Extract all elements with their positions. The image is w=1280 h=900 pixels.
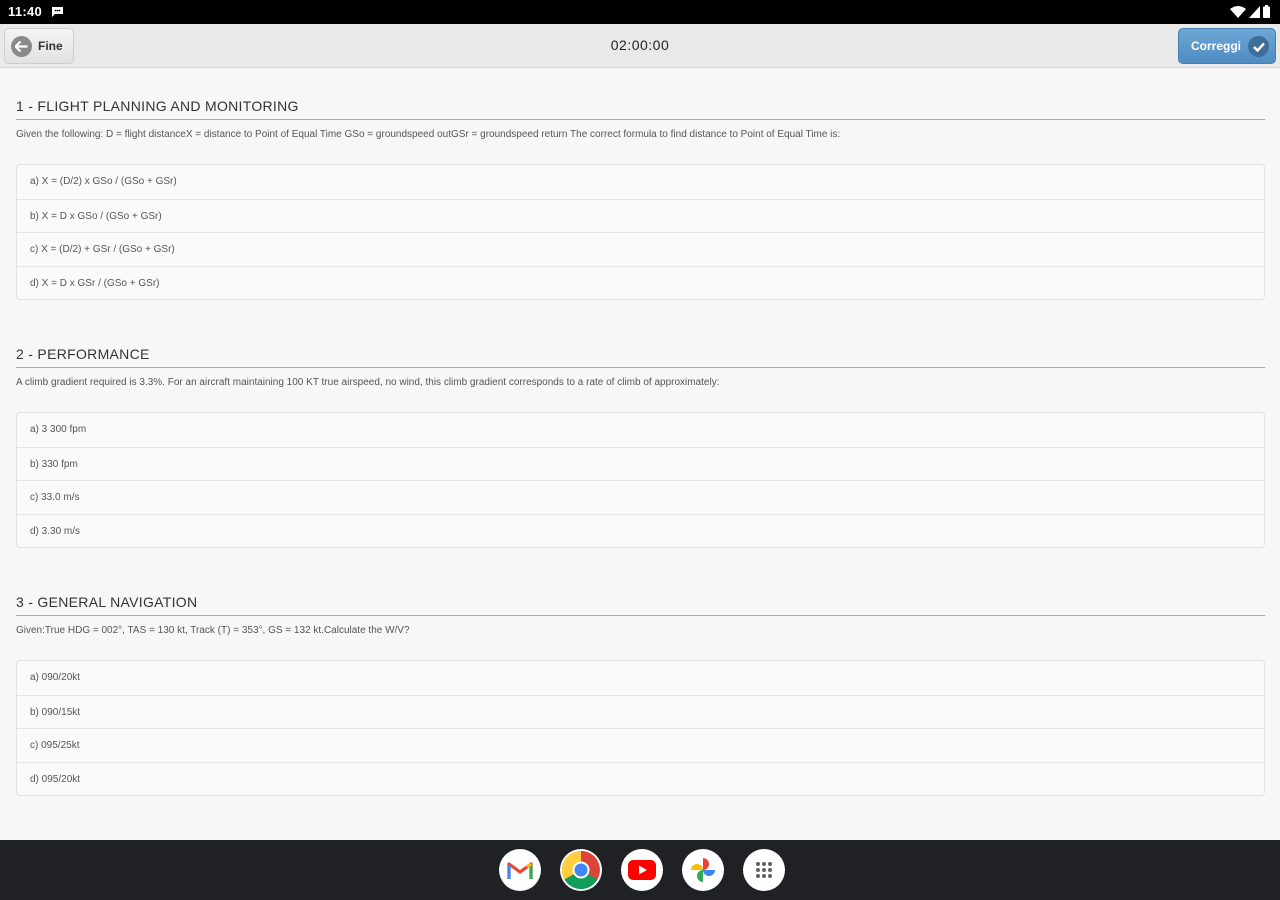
answer-option[interactable]: a) 090/20kt [17, 661, 1264, 695]
answer-options: a) 090/20kt b) 090/15kt c) 095/25kt d) 0… [16, 660, 1265, 796]
exam-timer: 02:00:00 [610, 37, 670, 53]
app-dock [499, 849, 785, 891]
question-block: 1 - FLIGHT PLANNING AND MONITORING Given… [16, 96, 1265, 300]
question-text: Given:True HDG = 002°, TAS = 130 kt, Tra… [16, 625, 410, 636]
toolbar: Fine 02:00:00 Correggi [0, 24, 1280, 68]
question-text: Given the following: D = flight distance… [16, 129, 841, 140]
answer-options: a) 3 300 fpm b) 330 fpm c) 33.0 m/s d) 3… [16, 412, 1265, 548]
answer-option[interactable]: a) 3 300 fpm [17, 413, 1264, 447]
app-drawer-icon[interactable] [743, 849, 785, 891]
status-time: 11:40 [8, 4, 43, 19]
cell-signal-icon [1249, 5, 1260, 18]
answer-option[interactable]: c) X = (D/2) + GSr / (GSo + GSr) [17, 232, 1264, 266]
correggi-button[interactable]: Correggi [1178, 28, 1276, 64]
chrome-icon[interactable] [560, 849, 602, 891]
checkmark-icon [1248, 36, 1269, 57]
answer-option[interactable]: b) X = D x GSo / (GSo + GSr) [17, 198, 1264, 233]
answer-option[interactable]: b) 090/15kt [17, 694, 1264, 729]
question-title: 1 - FLIGHT PLANNING AND MONITORING [16, 96, 1265, 120]
youtube-icon[interactable] [621, 849, 663, 891]
correggi-button-label: Correggi [1191, 39, 1242, 53]
question-text: A climb gradient required is 3.3%. For a… [16, 377, 720, 388]
message-notification-icon [52, 7, 63, 17]
answer-option[interactable]: d) 095/20kt [17, 761, 1264, 796]
answer-options: a) X = (D/2) x GSo / (GSo + GSr) b) X = … [16, 164, 1265, 300]
question-block: 3 - GENERAL NAVIGATION Given:True HDG = … [16, 592, 1265, 796]
question-title: 2 - PERFORMANCE [16, 344, 1265, 368]
gmail-icon[interactable] [499, 849, 541, 891]
answer-option[interactable]: c) 33.0 m/s [17, 480, 1264, 514]
taskbar [0, 840, 1280, 900]
question-title: 3 - GENERAL NAVIGATION [16, 592, 1265, 616]
answer-option[interactable]: c) 095/25kt [17, 728, 1264, 762]
question-block: 2 - PERFORMANCE A climb gradient require… [16, 344, 1265, 548]
answer-option[interactable]: b) 330 fpm [17, 446, 1264, 481]
answer-option[interactable]: d) X = D x GSr / (GSo + GSr) [17, 265, 1264, 300]
answer-option[interactable]: a) X = (D/2) x GSo / (GSo + GSr) [17, 165, 1264, 199]
status-bar: 11:40 [0, 0, 1280, 24]
photos-icon[interactable] [682, 849, 724, 891]
wifi-icon [1230, 5, 1246, 18]
question-list: 1 - FLIGHT PLANNING AND MONITORING Given… [0, 69, 1280, 840]
battery-icon [1263, 5, 1270, 18]
answer-option[interactable]: d) 3.30 m/s [17, 513, 1264, 548]
